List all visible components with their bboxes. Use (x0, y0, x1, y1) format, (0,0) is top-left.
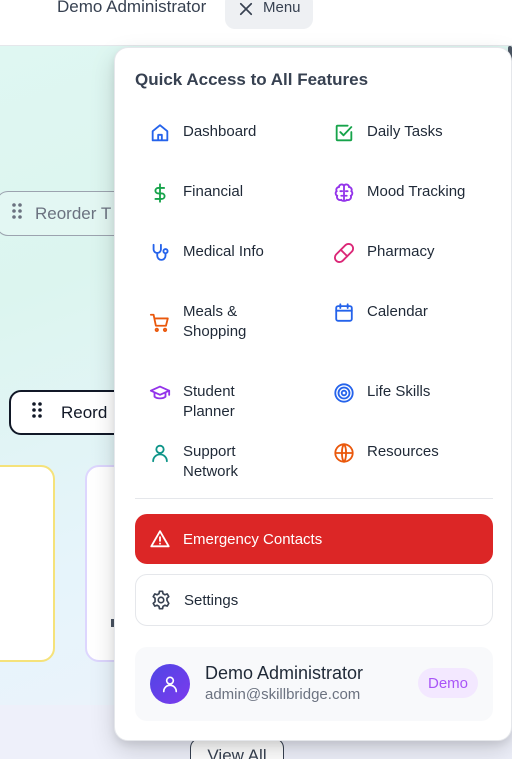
target-icon (333, 382, 355, 404)
user-icon (162, 676, 178, 693)
menu-item-meals-shopping[interactable]: Meals & Shopping (149, 302, 283, 342)
globe-icon (333, 442, 355, 464)
menu-item-student-planner[interactable]: Student Planner (149, 382, 283, 422)
settings-label: Settings (184, 591, 239, 609)
emergency-contacts-label: Emergency Contacts (183, 530, 323, 548)
menu-divider (135, 498, 493, 499)
menu-button-label: Menu (263, 0, 301, 16)
reorder-button-label: Reord (61, 402, 108, 422)
menu-item-label: Medical Info (183, 243, 264, 260)
top-bar: Demo Administrator Menu (0, 0, 512, 46)
menu-item-label: Financial (183, 183, 244, 200)
graduation-cap-icon (149, 382, 171, 404)
emergency-contacts-button[interactable]: Emergency Contacts (135, 514, 493, 564)
menu-item-label: Student Planner (183, 383, 235, 420)
dollar-icon (149, 182, 171, 204)
profile-name: Demo Administrator (205, 663, 364, 683)
menu-item-label: Resources (367, 443, 439, 460)
menu-item-label: Calendar (367, 303, 428, 320)
menu-item-label: Dashboard (183, 123, 257, 140)
menu-item-label: Daily Tasks (367, 123, 443, 140)
view-all-button[interactable]: View All (190, 738, 284, 759)
menu-item-dashboard[interactable]: Dashboard (149, 122, 283, 144)
menu-item-label: Support Network (183, 443, 239, 480)
menu-title: Quick Access to All Features (135, 70, 369, 89)
close-icon (237, 2, 255, 18)
cart-icon (149, 312, 171, 334)
home-icon (149, 122, 171, 144)
menu-item-pharmacy[interactable]: Pharmacy (333, 242, 467, 264)
menu-item-life-skills[interactable]: Life Skills (333, 382, 467, 404)
header-user-name: Demo Administrator (57, 0, 207, 16)
menu-item-medical-info[interactable]: Medical Info (149, 242, 283, 264)
user-icon (149, 442, 171, 464)
feature-card[interactable] (0, 465, 55, 662)
menu-item-support-network[interactable]: Support Network (149, 442, 283, 482)
menu-item-label: Meals & Shopping (183, 303, 247, 340)
drag-handle-icon (31, 401, 43, 424)
menu-item-daily-tasks[interactable]: Daily Tasks (333, 122, 467, 144)
menu-button[interactable]: Menu (225, 0, 313, 29)
demo-badge: Demo (418, 668, 479, 698)
avatar (150, 664, 190, 704)
stethoscope-icon (149, 242, 171, 264)
gear-icon (150, 589, 172, 611)
checkbox-icon (333, 122, 355, 144)
menu-item-label: Pharmacy (367, 243, 435, 260)
calendar-icon (333, 302, 355, 324)
warning-icon (149, 528, 171, 550)
menu-item-calendar[interactable]: Calendar (333, 302, 467, 324)
settings-button[interactable]: Settings (135, 574, 493, 626)
menu-item-label: Life Skills (367, 383, 431, 400)
profile-email: admin@skillbridge.com (205, 686, 361, 703)
drag-handle-icon (11, 202, 23, 225)
menu-item-label: Mood Tracking (367, 183, 466, 200)
reorder-button-label: Reorder T (35, 203, 112, 223)
menu-item-mood-tracking[interactable]: Mood Tracking (333, 182, 467, 204)
menu-item-resources[interactable]: Resources (333, 442, 467, 464)
user-profile-card[interactable]: Demo Administrator admin@skillbridge.com… (135, 647, 493, 721)
menu-item-financial[interactable]: Financial (149, 182, 283, 204)
pill-icon (333, 242, 355, 264)
quick-access-menu: Quick Access to All Features Dashboard D… (114, 47, 512, 741)
brain-icon (333, 182, 355, 204)
